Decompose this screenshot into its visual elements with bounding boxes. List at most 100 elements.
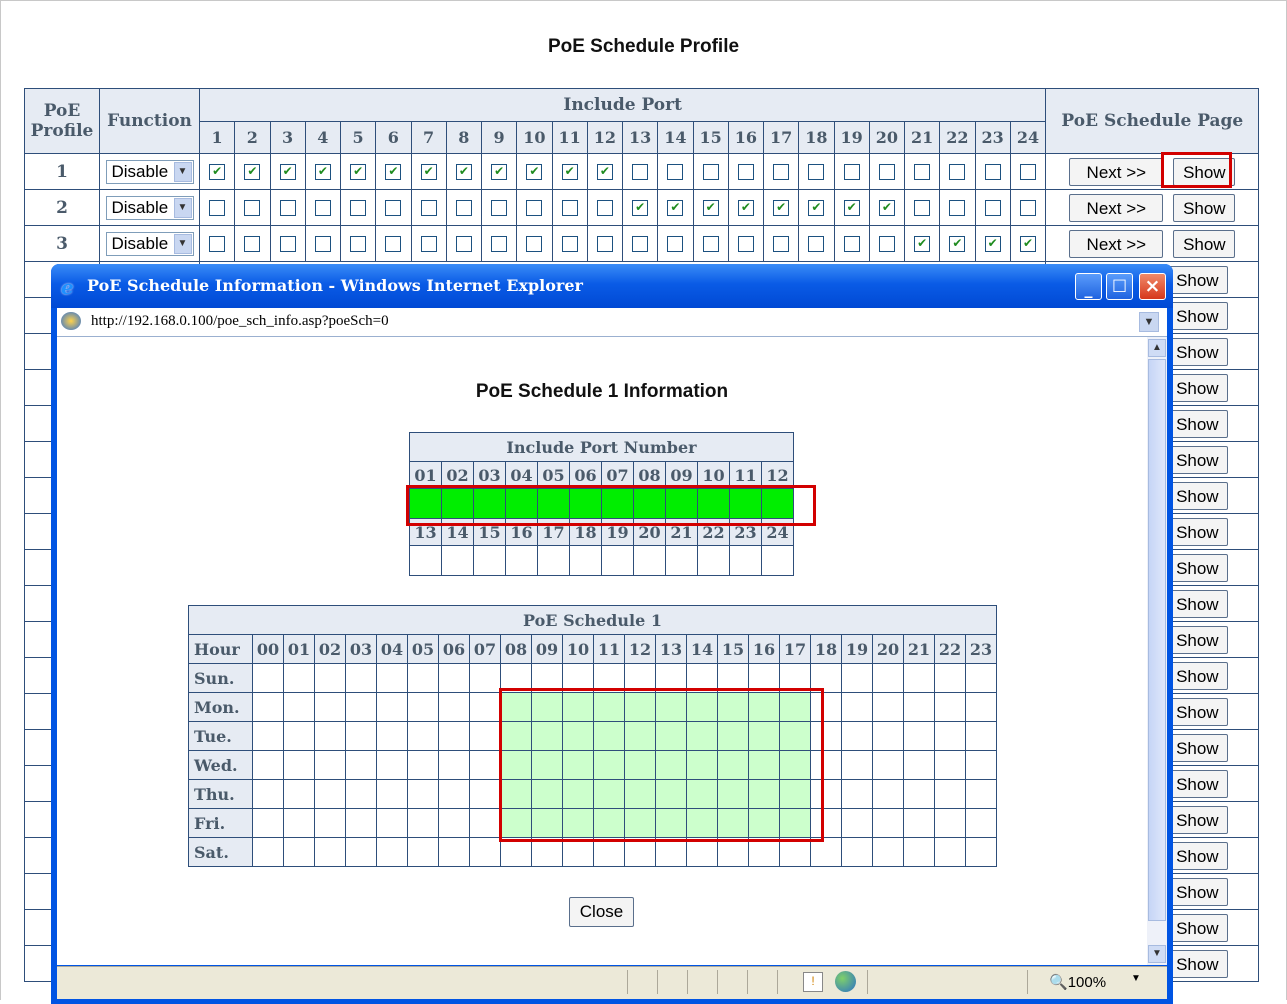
show-button[interactable]: Show xyxy=(1166,841,1229,870)
zoom-level[interactable]: 🔍100% xyxy=(1049,973,1106,991)
show-button[interactable]: Show xyxy=(1173,193,1236,222)
port-checkbox[interactable]: ✔ xyxy=(984,236,1001,252)
zoom-dropdown-icon[interactable]: ▼ xyxy=(1131,973,1141,984)
port-checkbox[interactable]: ✔ xyxy=(209,164,226,180)
port-checkbox[interactable]: ✔ xyxy=(949,236,966,252)
internet-zone-icon[interactable] xyxy=(835,971,856,992)
next-button[interactable]: Next >> xyxy=(1069,157,1164,186)
vertical-scrollbar[interactable]: ▲ ▼ xyxy=(1147,337,1167,965)
show-button[interactable]: Show xyxy=(1166,517,1229,546)
next-button[interactable]: Next >> xyxy=(1069,229,1164,258)
port-checkbox[interactable]: ✔ xyxy=(596,164,613,180)
chevron-down-icon[interactable]: ▼ xyxy=(1139,312,1159,332)
port-checkbox[interactable] xyxy=(632,236,649,252)
show-button[interactable]: Show xyxy=(1173,229,1236,258)
port-checkbox[interactable]: ✔ xyxy=(279,164,296,180)
port-checkbox[interactable] xyxy=(773,236,790,252)
port-checkbox[interactable] xyxy=(314,236,331,252)
port-checkbox[interactable] xyxy=(984,164,1001,180)
show-button[interactable]: Show xyxy=(1166,913,1229,942)
port-checkbox[interactable] xyxy=(209,200,226,216)
port-checkbox[interactable] xyxy=(737,164,754,180)
port-checkbox[interactable] xyxy=(314,200,331,216)
port-checkbox[interactable] xyxy=(914,164,931,180)
show-button[interactable]: Show xyxy=(1166,301,1229,330)
port-checkbox[interactable]: ✔ xyxy=(878,200,895,216)
show-button[interactable]: Show xyxy=(1166,373,1229,402)
port-checkbox[interactable]: ✔ xyxy=(702,200,719,216)
port-checkbox[interactable] xyxy=(984,200,1001,216)
port-checkbox[interactable] xyxy=(455,200,472,216)
port-checkbox[interactable] xyxy=(808,236,825,252)
port-checkbox[interactable] xyxy=(702,236,719,252)
port-checkbox[interactable] xyxy=(843,164,860,180)
show-button[interactable]: Show xyxy=(1166,661,1229,690)
popup-titlebar[interactable]: e PoE Schedule Information - Windows Int… xyxy=(51,264,1173,308)
port-checkbox[interactable]: ✔ xyxy=(737,200,754,216)
port-checkbox[interactable] xyxy=(667,236,684,252)
port-checkbox[interactable] xyxy=(244,236,261,252)
port-checkbox[interactable] xyxy=(702,164,719,180)
port-checkbox[interactable]: ✔ xyxy=(491,164,508,180)
show-button[interactable]: Show xyxy=(1166,805,1229,834)
port-checkbox[interactable] xyxy=(420,200,437,216)
address-bar[interactable]: http://192.168.0.100/poe_sch_info.asp?po… xyxy=(57,308,1167,337)
function-select[interactable]: Disable ▼ xyxy=(105,159,194,184)
port-checkbox[interactable] xyxy=(667,164,684,180)
port-checkbox[interactable]: ✔ xyxy=(561,164,578,180)
port-checkbox[interactable]: ✔ xyxy=(914,236,931,252)
security-icon[interactable]: ! xyxy=(803,972,823,992)
show-button[interactable]: Show xyxy=(1166,265,1229,294)
port-checkbox[interactable]: ✔ xyxy=(667,200,684,216)
port-checkbox[interactable] xyxy=(561,236,578,252)
port-checkbox[interactable] xyxy=(949,164,966,180)
show-button[interactable]: Show xyxy=(1166,337,1229,366)
show-button[interactable]: Show xyxy=(1166,589,1229,618)
port-checkbox[interactable] xyxy=(949,200,966,216)
port-checkbox[interactable] xyxy=(843,236,860,252)
minimize-button[interactable]: _ xyxy=(1075,273,1102,300)
show-button[interactable]: Show xyxy=(1166,445,1229,474)
show-button[interactable]: Show xyxy=(1166,481,1229,510)
port-checkbox[interactable] xyxy=(1020,164,1037,180)
show-button[interactable]: Show xyxy=(1166,733,1229,762)
port-checkbox[interactable] xyxy=(420,236,437,252)
close-window-button[interactable]: × xyxy=(1139,273,1166,300)
show-button[interactable]: Show xyxy=(1166,769,1229,798)
port-checkbox[interactable] xyxy=(596,200,613,216)
show-button[interactable]: Show xyxy=(1166,877,1229,906)
port-checkbox[interactable] xyxy=(773,164,790,180)
scroll-thumb[interactable] xyxy=(1148,359,1166,921)
port-checkbox[interactable] xyxy=(878,236,895,252)
port-checkbox[interactable] xyxy=(491,200,508,216)
port-checkbox[interactable] xyxy=(737,236,754,252)
port-checkbox[interactable] xyxy=(209,236,226,252)
function-select[interactable]: Disable ▼ xyxy=(105,195,194,220)
port-checkbox[interactable]: ✔ xyxy=(1020,236,1037,252)
port-checkbox[interactable] xyxy=(808,164,825,180)
port-checkbox[interactable] xyxy=(596,236,613,252)
port-checkbox[interactable]: ✔ xyxy=(420,164,437,180)
port-checkbox[interactable] xyxy=(561,200,578,216)
port-checkbox[interactable]: ✔ xyxy=(632,200,649,216)
chevron-down-icon[interactable]: ▼ xyxy=(173,197,192,218)
show-button[interactable]: Show xyxy=(1166,949,1229,978)
close-button[interactable]: Close xyxy=(569,897,634,927)
port-checkbox[interactable] xyxy=(1020,200,1037,216)
port-checkbox[interactable] xyxy=(350,236,367,252)
port-checkbox[interactable] xyxy=(878,164,895,180)
function-select[interactable]: Disable ▼ xyxy=(105,231,194,256)
port-checkbox[interactable] xyxy=(350,200,367,216)
port-checkbox[interactable]: ✔ xyxy=(808,200,825,216)
next-button[interactable]: Next >> xyxy=(1069,193,1164,222)
maximize-button[interactable]: □ xyxy=(1106,273,1133,300)
port-checkbox[interactable]: ✔ xyxy=(385,164,402,180)
port-checkbox[interactable]: ✔ xyxy=(843,200,860,216)
chevron-down-icon[interactable]: ▼ xyxy=(173,161,192,182)
port-checkbox[interactable] xyxy=(279,200,296,216)
chevron-down-icon[interactable]: ▼ xyxy=(173,233,192,254)
port-checkbox[interactable] xyxy=(385,200,402,216)
port-checkbox[interactable]: ✔ xyxy=(773,200,790,216)
port-checkbox[interactable]: ✔ xyxy=(350,164,367,180)
port-checkbox[interactable] xyxy=(455,236,472,252)
